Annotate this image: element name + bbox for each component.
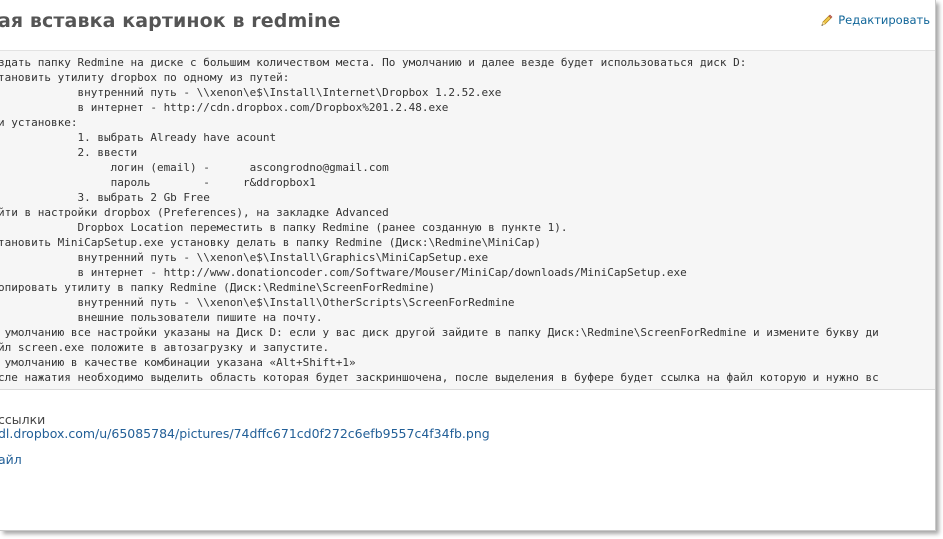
code-line: в интернет - http://www.donationcoder.co… (0, 266, 687, 279)
code-line: и установке: (0, 116, 78, 129)
code-line: внешние пользователи пишите на почту. (0, 311, 323, 324)
code-line: йти в настройки dropbox (Preferences), н… (0, 206, 389, 219)
code-line: пароль - r&ddropbox1 (0, 176, 316, 189)
code-line: 3. выбрать 2 Gb Free (0, 191, 210, 204)
code-line: 1. выбрать Already have acount (0, 131, 277, 144)
wiki-page: ая вставка картинок в redmine Редактиров… (0, 0, 936, 531)
code-line: внутренний путь - \\xenon\e$\Install\Oth… (0, 296, 515, 309)
page-title: ая вставка картинок в redmine (0, 10, 341, 32)
code-line: тановить MiniCapSetup.exe установку дела… (0, 236, 542, 249)
dropbox-link[interactable]: dl.dropbox.com/u/65085784/pictures/74dff… (0, 426, 490, 441)
links-heading: ссылки (0, 412, 46, 427)
edit-label: Редактировать (838, 13, 930, 27)
edit-button[interactable]: Редактировать (820, 13, 930, 27)
code-line: сле нажатия необходимо выделить область … (0, 371, 879, 384)
code-line: внутренний путь - \\xenon\e$\Install\Int… (0, 86, 502, 99)
code-line: Dropbox Location переместить в папку Red… (0, 221, 568, 234)
code-line: внутренний путь - \\xenon\e$\Install\Gra… (0, 251, 489, 264)
code-line: тановить утилиту dropbox по одному из пу… (0, 71, 290, 84)
code-line: умолчанию в качестве комбинации указана … (0, 356, 356, 369)
pencil-icon (820, 14, 833, 27)
code-line: в интернет - http://cdn.dropbox.com/Drop… (0, 101, 449, 114)
code-line: йл screen.exe положите в автозагрузку и … (0, 341, 330, 354)
code-block: здать папку Redmine на диске с большим к… (0, 50, 935, 390)
code-line: опировать утилиту в папку Redmine (Диск:… (0, 281, 436, 294)
code-line: логин (email) - ascongrodno@gmail.com (0, 161, 389, 174)
code-line: умолчанию все настройки указаны на Диск … (0, 326, 879, 339)
file-link[interactable]: айл (0, 452, 22, 467)
code-line: 2. ввести (0, 146, 138, 159)
code-line: здать папку Redmine на диске с большим к… (0, 56, 747, 69)
